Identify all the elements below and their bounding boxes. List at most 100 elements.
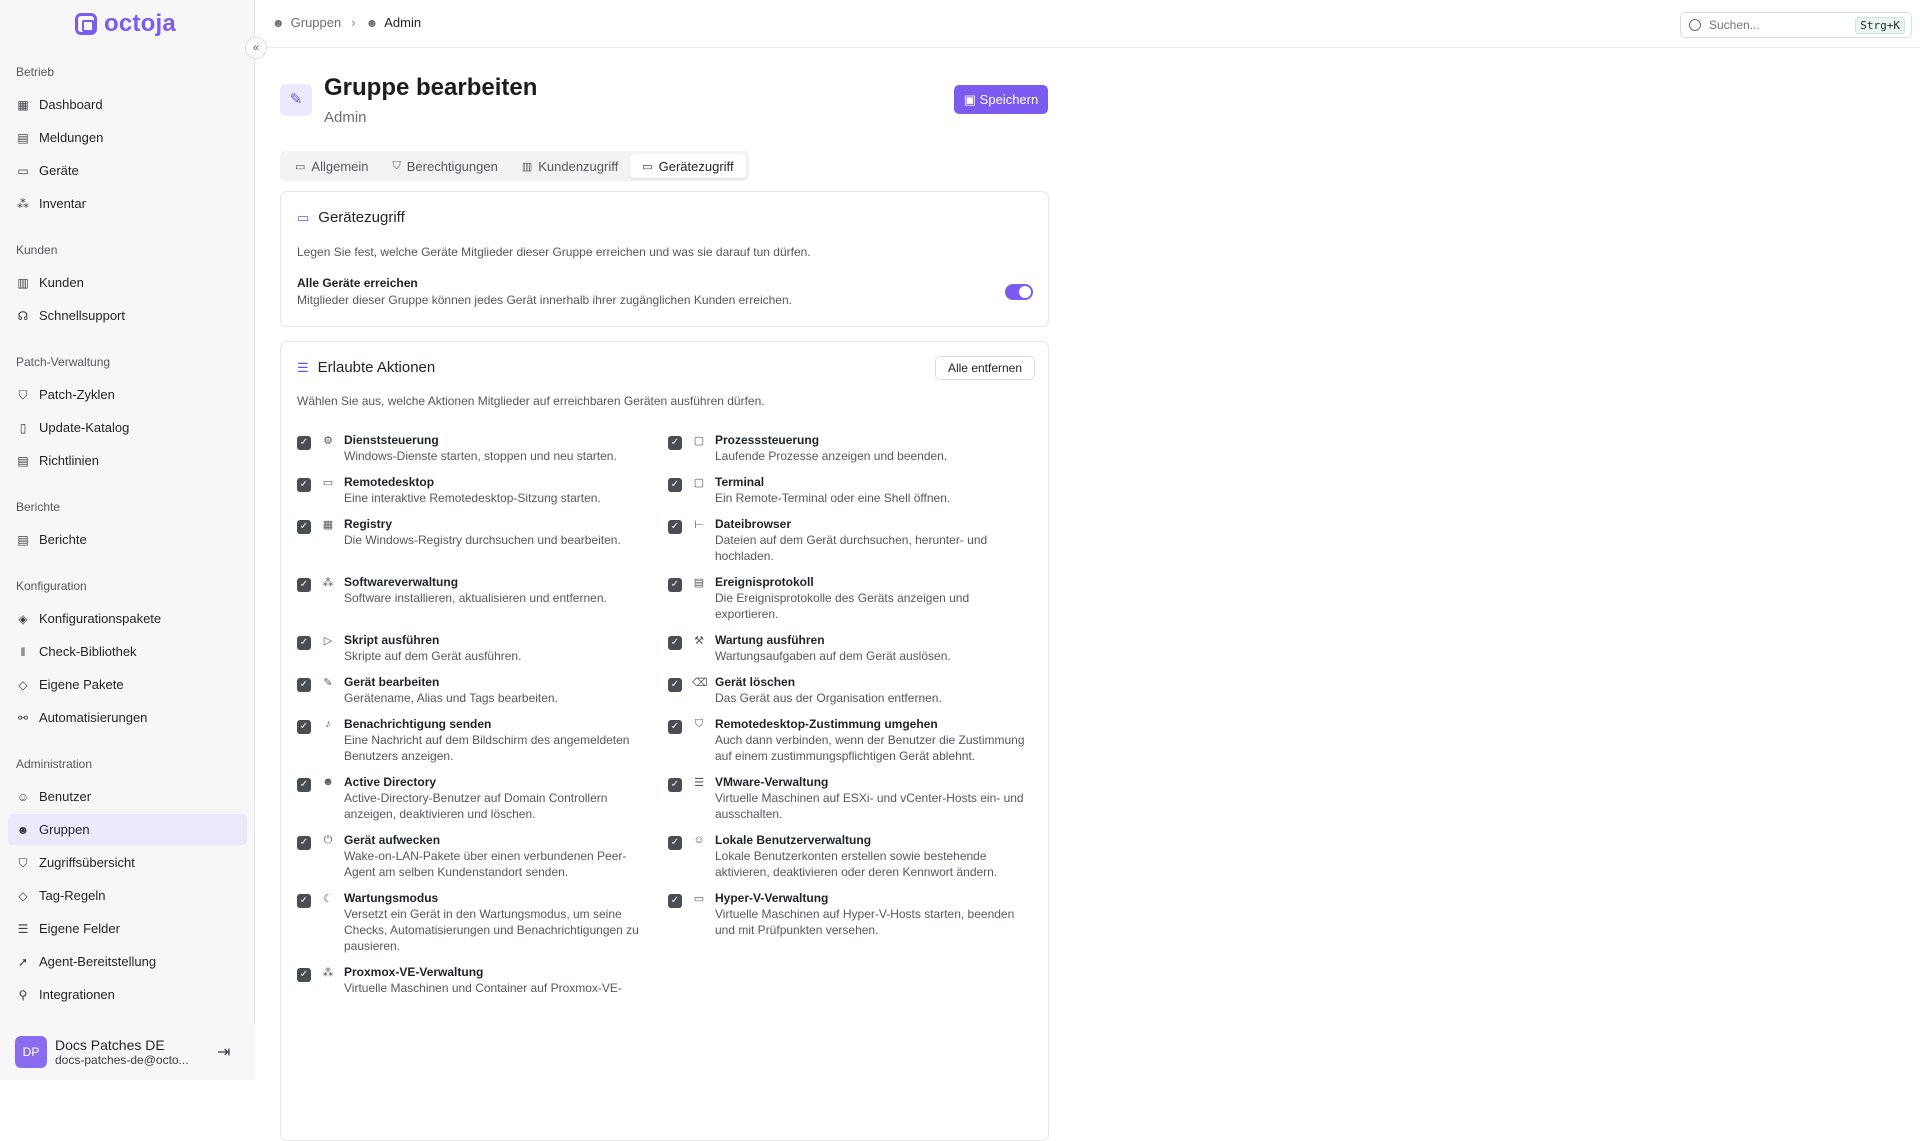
action-checkbox[interactable]: ✓ <box>668 894 682 908</box>
action-description: Windows-Dienste starten, stoppen und neu… <box>344 449 617 463</box>
main-content: ✎ Gruppe bearbeiten Admin ▣ Speichern ▭ A… <box>280 48 1050 1141</box>
sidebar-item-agent-bereitstellung[interactable]: ➚ Agent-Bereitstellung <box>8 946 247 977</box>
action-description: Gerätename, Alias und Tags bearbeiten. <box>344 691 558 705</box>
fields-icon: ☰ <box>17 921 29 936</box>
sidebar-item-dashboard[interactable]: ▦ Dashboard <box>8 89 247 120</box>
save-button[interactable]: ▣ Speichern <box>954 85 1048 114</box>
user-email: docs-patches-de@octo... <box>55 1053 189 1067</box>
sidebar-item-integrationen[interactable]: ⚲ Integrationen <box>8 979 247 1010</box>
bell-icon: ♪ <box>325 718 331 730</box>
action-checkbox[interactable]: ✓ <box>668 836 682 850</box>
action-checkbox[interactable]: ✓ <box>297 836 311 850</box>
action-text: Benachrichtigung senden Eine Nachricht au… <box>344 716 654 764</box>
action-checkbox[interactable]: ✓ <box>297 720 311 734</box>
action-checkbox[interactable]: ✓ <box>668 720 682 734</box>
action-label: Proxmox-VE-Verwaltung <box>344 965 484 979</box>
action-label: Lokale Benutzerverwaltung <box>715 833 872 847</box>
sidebar-item-berichte[interactable]: ▤ Berichte <box>8 524 247 555</box>
action-checkbox[interactable]: ✓ <box>297 968 311 982</box>
sidebar-item-konfigurationspakete[interactable]: ◈ Konfigurationspakete <box>8 603 247 634</box>
sidebar-item-protokoll[interactable]: ↺Protokoll <box>8 1012 247 1015</box>
action-text: Remotedesktop Eine interaktive Remotedesk… <box>344 474 654 506</box>
shield-check-icon: ⛉ <box>18 855 28 870</box>
action-label: Skript ausführen <box>344 633 440 647</box>
screen-share-icon: ▭ <box>322 477 334 489</box>
logout-icon[interactable]: ⇥ <box>217 1042 230 1062</box>
sidebar: octoja Betrieb ▦ Dashboard ▤ Meldungen ▭ Gerät… <box>0 0 255 1080</box>
tab-berechtigungen[interactable]: ⛉ Berechtigungen <box>381 154 510 178</box>
gear-icon: ⚙ <box>323 435 333 447</box>
all-devices-toggle[interactable] <box>1005 284 1033 300</box>
breadcrumb-gruppen[interactable]: Gruppen <box>291 15 342 30</box>
sidebar-item-richtlinien[interactable]: ▤ Richtlinien <box>8 445 247 476</box>
nav-section-title: Patch-Verwaltung <box>16 355 111 369</box>
breadcrumb-current: Admin <box>384 15 422 30</box>
user-cog-icon: ☺ <box>693 834 705 846</box>
sidebar-item-benutzer[interactable]: ☺ Benutzer <box>8 781 247 812</box>
action-description: Die Ereignisprotokolle des Geräts anzeig… <box>715 591 970 621</box>
search-box[interactable]: Strg+K <box>1680 12 1912 38</box>
sidebar-item-kunden[interactable]: ▥ Kunden <box>8 267 247 298</box>
tab-kundenzugriff[interactable]: ▥ Kundenzugriff <box>510 154 630 178</box>
action-text: Terminal Ein Remote-Terminal oder eine Sh… <box>715 474 1025 506</box>
action-text: Gerät löschen Das Gerät aus der Organisat… <box>715 674 1025 706</box>
sidebar-item-tag-regeln[interactable]: ◇ Tag-Regeln <box>8 880 247 911</box>
action-checkbox[interactable]: ✓ <box>297 436 311 450</box>
action-description: Laufende Prozesse anzeigen und beenden. <box>715 449 948 463</box>
action-checkbox[interactable]: ✓ <box>668 678 682 692</box>
action-checkbox[interactable]: ✓ <box>668 778 682 792</box>
library-icon: ‖ <box>20 644 26 659</box>
book-icon: ▯ <box>19 420 27 435</box>
action-checkbox[interactable]: ✓ <box>297 678 311 692</box>
action-checkbox[interactable]: ✓ <box>668 478 682 492</box>
action-checkbox[interactable]: ✓ <box>668 636 682 650</box>
sidebar-item-label: Tag-Regeln <box>39 888 106 903</box>
sidebar-item-inventar[interactable]: ⁂ Inventar <box>8 188 247 219</box>
action-checkbox[interactable]: ✓ <box>297 520 311 534</box>
action-checkbox[interactable]: ✓ <box>668 520 682 534</box>
action-checkbox[interactable]: ✓ <box>297 478 311 492</box>
action-item: ✓ ⚒ Wartung ausführen Wartungsaufgaben auf … <box>668 632 1039 664</box>
sidebar-item-label: Berichte <box>39 532 87 547</box>
remove-all-button[interactable]: Alle entfernen <box>935 356 1035 380</box>
sidebar-item-automatisierungen[interactable]: ⚯ Automatisierungen <box>8 702 247 733</box>
action-checkbox[interactable]: ✓ <box>668 436 682 450</box>
sidebar-item-update-katalog[interactable]: ▯ Update-Katalog <box>8 412 247 443</box>
action-text: Wartung ausführen Wartungsaufgaben auf de… <box>715 632 1025 664</box>
terminal-icon: ▢ <box>693 435 705 447</box>
action-label: Remotedesktop-Zustimmung umgehen <box>715 717 938 731</box>
nav-section-title: Kunden <box>16 243 58 257</box>
tab-gerätezugriff[interactable]: ▭ Gerätezugriff <box>630 154 746 178</box>
collapse-sidebar-button[interactable]: « <box>245 37 267 59</box>
rocket-icon: ➚ <box>17 954 29 969</box>
wrench-icon: ⚒ <box>694 635 704 647</box>
search-input[interactable] <box>1709 18 1849 32</box>
device-access-heading: Gerätezugriff <box>318 209 405 226</box>
sidebar-item-meldungen[interactable]: ▤ Meldungen <box>8 122 247 153</box>
avatar[interactable]: DP <box>15 1036 47 1068</box>
all-devices-description: Mitglieder dieser Gruppe können jedes Ge… <box>297 293 792 307</box>
sidebar-item-check-bibliothek[interactable]: ‖ Check-Bibliothek <box>8 636 247 667</box>
action-text: Proxmox-VE-Verwaltung Virtuelle Maschinen… <box>344 964 654 996</box>
action-checkbox[interactable]: ✓ <box>297 894 311 908</box>
device-access-card: ▭ Gerätezugriff Legen Sie fest, welche G… <box>280 191 1049 327</box>
sidebar-item-eigene-felder[interactable]: ☰ Eigene Felder <box>8 913 247 944</box>
action-item: ✓ ▭ Hyper-V-Verwaltung Virtuelle Maschinen … <box>668 890 1039 954</box>
plug-icon: ⚲ <box>18 987 28 1002</box>
action-label: Ereignisprotokoll <box>715 575 814 589</box>
action-label: Gerät aufwecken <box>344 833 441 847</box>
sidebar-item-patch-zyklen[interactable]: ⛉ Patch-Zyklen <box>8 379 247 410</box>
action-checkbox[interactable]: ✓ <box>297 578 311 592</box>
sidebar-item-schnellsupport[interactable]: ☊ Schnellsupport <box>8 300 247 331</box>
tab-allgemein[interactable]: ▭ Allgemein <box>283 154 381 178</box>
sidebar-item-geräte[interactable]: ▭ Geräte <box>8 155 247 186</box>
brand-logo[interactable]: octoja <box>75 10 176 37</box>
action-checkbox[interactable]: ✓ <box>668 578 682 592</box>
list-checks-icon: ☰ <box>297 359 309 375</box>
sidebar-item-eigene-pakete[interactable]: ◇ Eigene Pakete <box>8 669 247 700</box>
sidebar-item-zugriffsübersicht[interactable]: ⛉ Zugriffsübersicht <box>8 847 247 878</box>
allowed-actions-description: Wählen Sie aus, welche Aktionen Mitglied… <box>297 394 765 408</box>
sidebar-item-gruppen[interactable]: ☻ Gruppen <box>8 814 247 845</box>
action-checkbox[interactable]: ✓ <box>297 778 311 792</box>
action-checkbox[interactable]: ✓ <box>297 636 311 650</box>
